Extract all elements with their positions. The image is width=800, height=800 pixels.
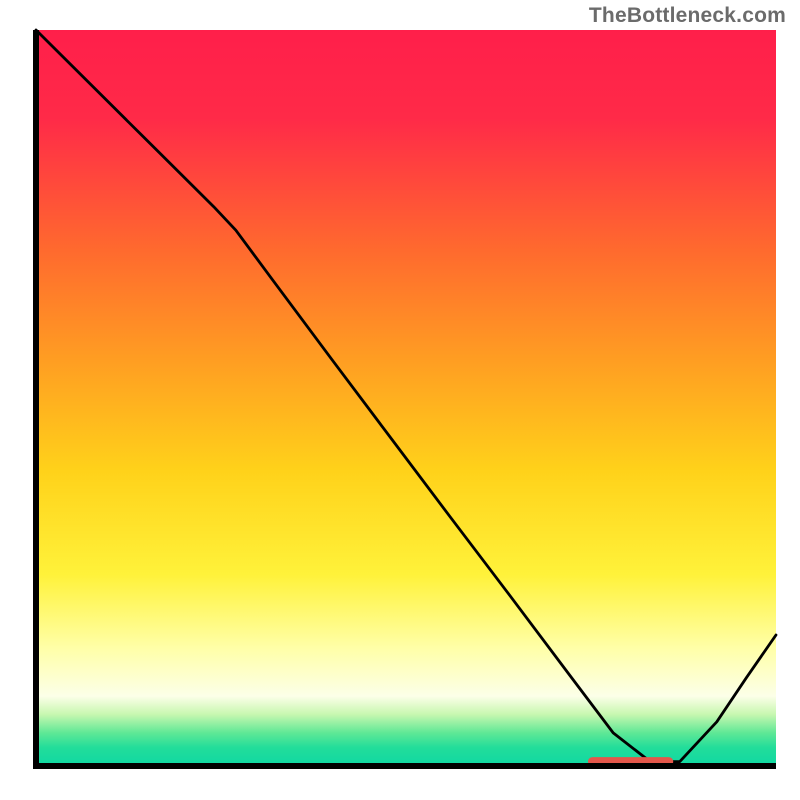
chart-canvas	[0, 0, 800, 800]
watermark-text: TheBottleneck.com	[589, 4, 786, 28]
